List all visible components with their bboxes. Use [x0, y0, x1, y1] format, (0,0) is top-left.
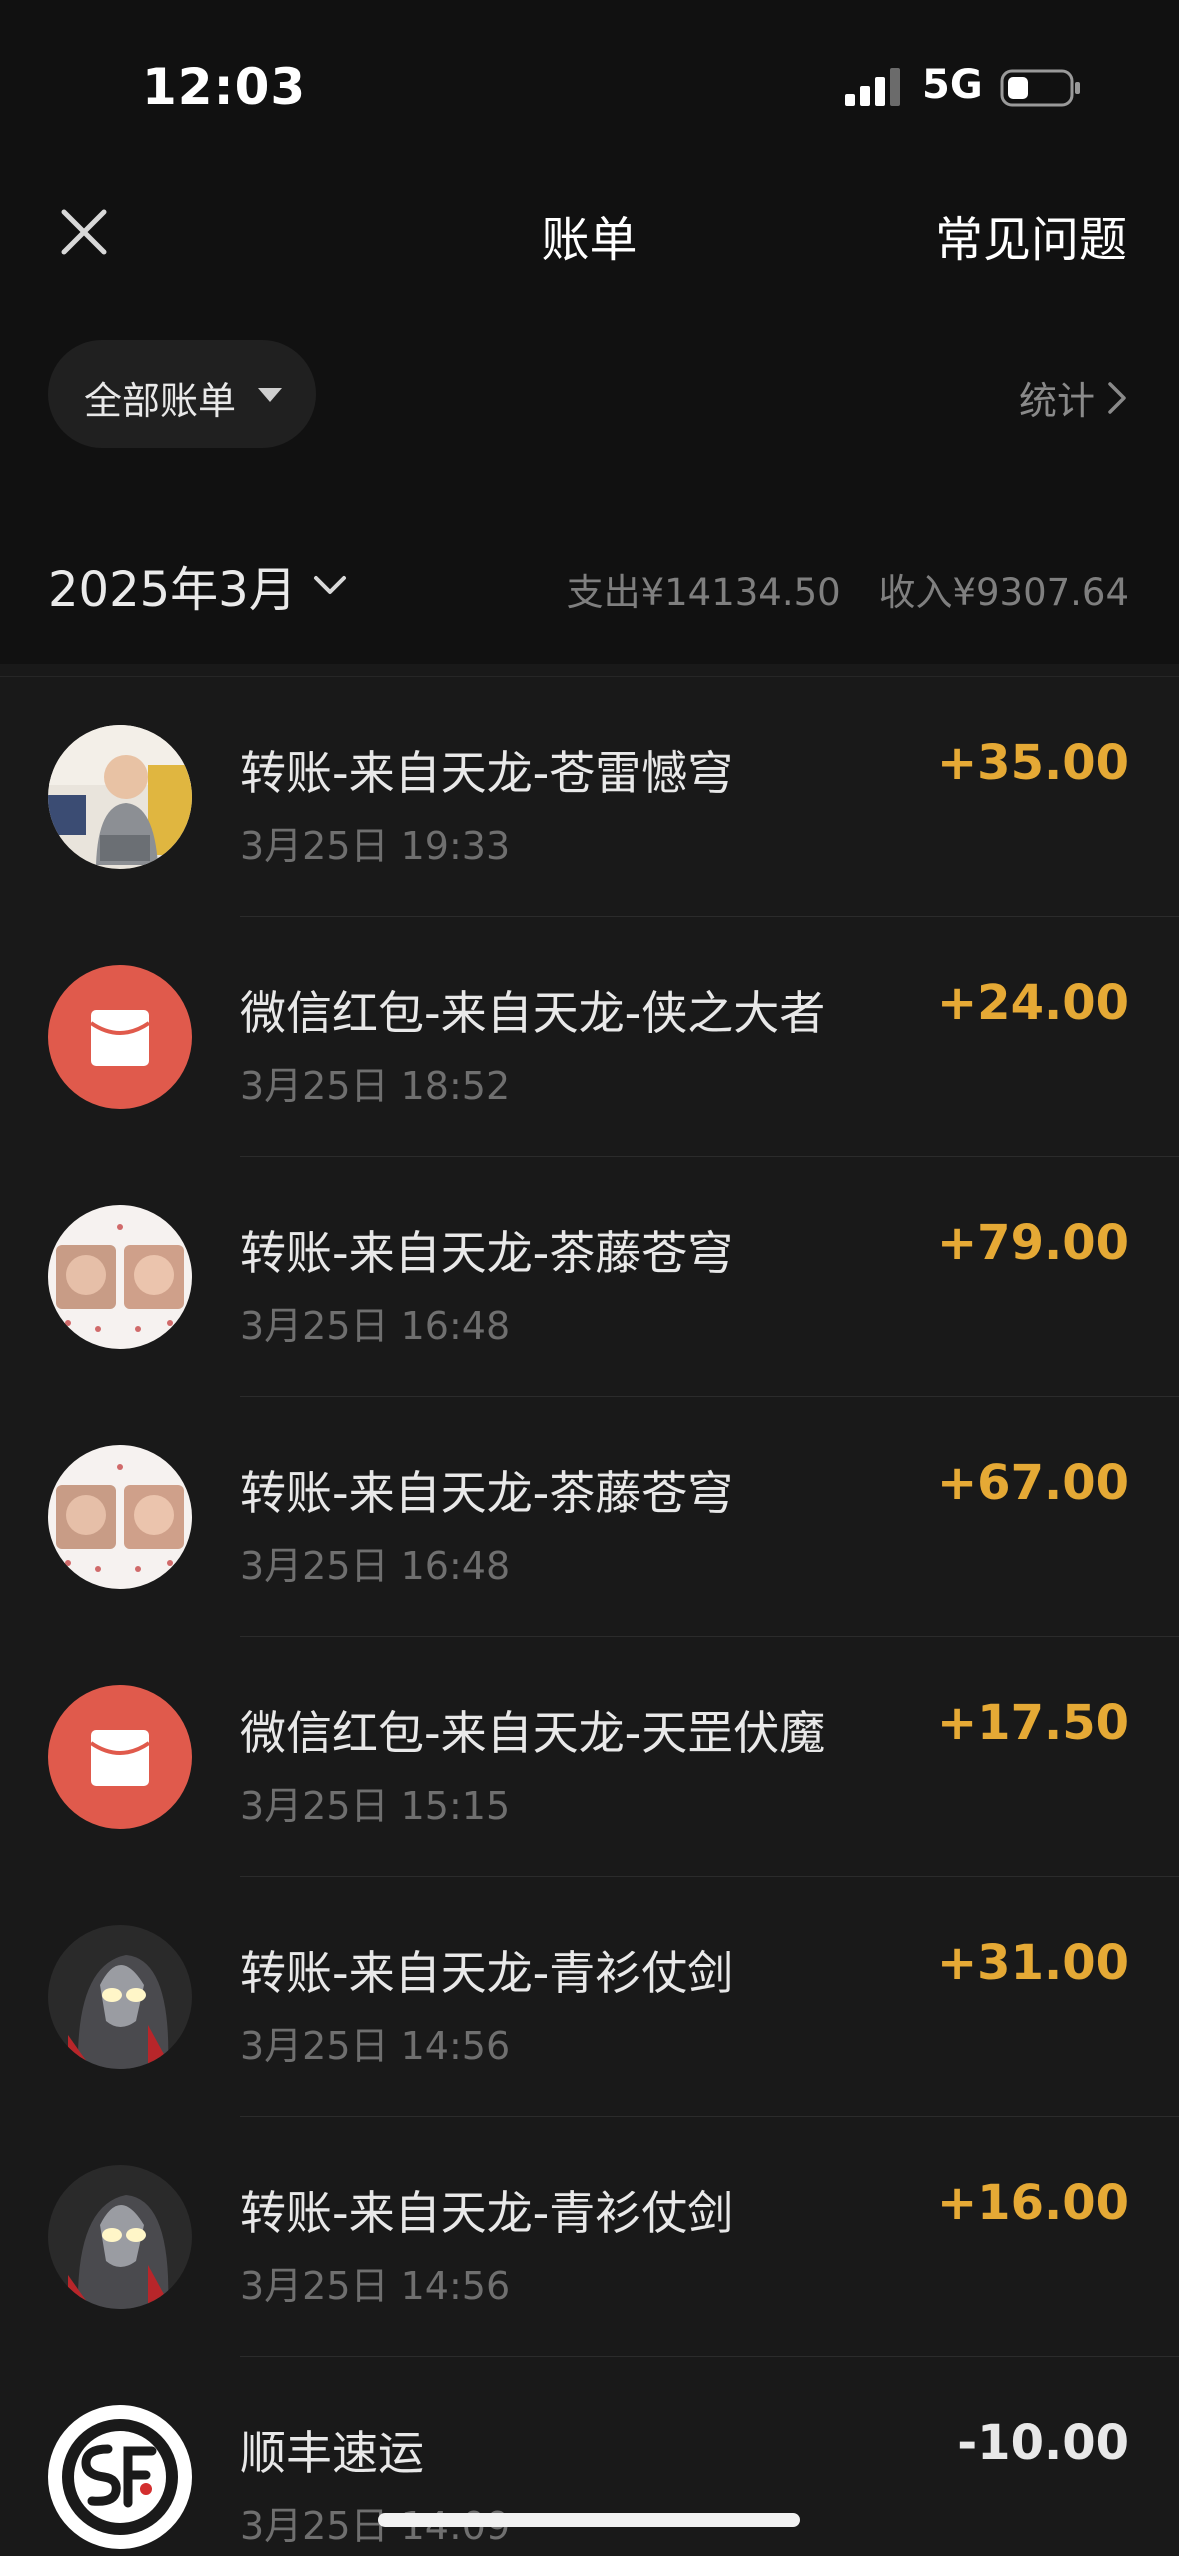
bill-screen: 12:03 5G 账单 常见问题 全部账单 统计 2025年3月 支出¥1413…	[0, 0, 1179, 2556]
transaction-time: 3月25日 14:56	[240, 2024, 511, 2068]
bill-filter-label: 全部账单	[84, 379, 237, 423]
transaction-amount: +17.50	[936, 1695, 1129, 1751]
transaction-row[interactable]: 转账-来自天龙-苍雷憾穹 3月25日 19:33 +35.00	[0, 677, 1179, 917]
transaction-title: 微信红包-来自天龙-天罡伏魔	[240, 1706, 826, 1760]
baby-photo-avatar	[48, 725, 192, 869]
transaction-time: 3月25日 16:48	[240, 1304, 511, 1348]
transaction-row[interactable]: 转账-来自天龙-青衫仗剑 3月25日 14:56 +16.00	[0, 2117, 1179, 2357]
red-packet-icon	[48, 1685, 192, 1829]
transaction-time: 3月25日 18:52	[240, 1064, 511, 1108]
bill-filter-dropdown[interactable]: 全部账单	[48, 340, 316, 448]
home-indicator[interactable]	[378, 2513, 800, 2527]
chevron-down-icon	[313, 576, 346, 594]
transaction-row[interactable]: 微信红包-来自天龙-天罡伏魔 3月25日 15:15 +17.50	[0, 1637, 1179, 1877]
transaction-title: 转账-来自天龙-茶藤苍穹	[240, 1226, 734, 1280]
transaction-title: 转账-来自天龙-茶藤苍穹	[240, 1466, 734, 1520]
list-top-divider	[0, 664, 1179, 677]
twin-baby-photo-avatar	[48, 1445, 192, 1589]
transaction-amount: +35.00	[936, 735, 1129, 791]
transaction-title: 转账-来自天龙-青衫仗剑	[240, 1946, 734, 2000]
red-packet-icon	[48, 965, 192, 1109]
transaction-amount: +16.00	[936, 2175, 1129, 2231]
transaction-time: 3月25日 14:56	[240, 2264, 511, 2308]
ultraman-avatar	[48, 1925, 192, 2069]
filter-row: 全部账单 统计	[0, 294, 1179, 497]
transaction-amount: +24.00	[936, 975, 1129, 1031]
transaction-row[interactable]: 微信红包-来自天龙-侠之大者 3月25日 18:52 +24.00	[0, 917, 1179, 1157]
transaction-time: 3月25日 19:33	[240, 824, 511, 868]
sf-express-logo	[48, 2405, 192, 2549]
month-header: 2025年3月 支出¥14134.50 收入¥9307.64	[0, 496, 1179, 664]
nav-bar: 账单 常见问题	[0, 170, 1179, 295]
chevron-right-icon	[1108, 381, 1126, 414]
month-income: 收入¥9307.64	[878, 571, 1129, 614]
month-summary: 支出¥14134.50 收入¥9307.64	[567, 562, 1129, 616]
transaction-title: 转账-来自天龙-苍雷憾穹	[240, 746, 734, 800]
caret-down-icon	[258, 388, 282, 402]
stats-label: 统计	[1018, 379, 1095, 423]
transaction-row[interactable]: 转账-来自天龙-茶藤苍穹 3月25日 16:48 +79.00	[0, 1157, 1179, 1397]
transaction-list: 转账-来自天龙-苍雷憾穹 3月25日 19:33 +35.00 微信红包-来自天…	[0, 664, 1179, 2556]
network-label: 5G	[922, 62, 983, 108]
transaction-time: 3月25日 16:48	[240, 1544, 511, 1588]
twin-baby-photo-avatar	[48, 1205, 192, 1349]
transaction-amount: +31.00	[936, 1935, 1129, 1991]
stats-link[interactable]: 统计	[1019, 370, 1127, 425]
transaction-row[interactable]: 转账-来自天龙-青衫仗剑 3月25日 14:56 +31.00	[0, 1877, 1179, 2117]
month-expense: 支出¥14134.50	[566, 571, 841, 614]
transaction-title: 顺丰速运	[240, 2426, 424, 2480]
transaction-amount: +79.00	[936, 1215, 1129, 1271]
transaction-amount: -10.00	[957, 2415, 1129, 2471]
status-time: 12:03	[142, 58, 307, 116]
transaction-time: 3月25日 15:15	[240, 1784, 511, 1828]
transaction-amount: +67.00	[936, 1455, 1129, 1511]
transaction-title: 微信红包-来自天龙-侠之大者	[240, 986, 826, 1040]
transaction-row[interactable]: 转账-来自天龙-茶藤苍穹 3月25日 16:48 +67.00	[0, 1397, 1179, 1637]
faq-link[interactable]: 常见问题	[935, 200, 1127, 270]
transaction-title: 转账-来自天龙-青衫仗剑	[240, 2186, 734, 2240]
month-label: 2025年3月	[48, 562, 297, 618]
cellular-signal-icon	[845, 68, 900, 106]
battery-low-icon	[1000, 69, 1080, 107]
month-selector[interactable]: 2025年3月	[48, 550, 347, 620]
status-bar: 12:03 5G	[0, 0, 1179, 170]
ultraman-avatar	[48, 2165, 192, 2309]
